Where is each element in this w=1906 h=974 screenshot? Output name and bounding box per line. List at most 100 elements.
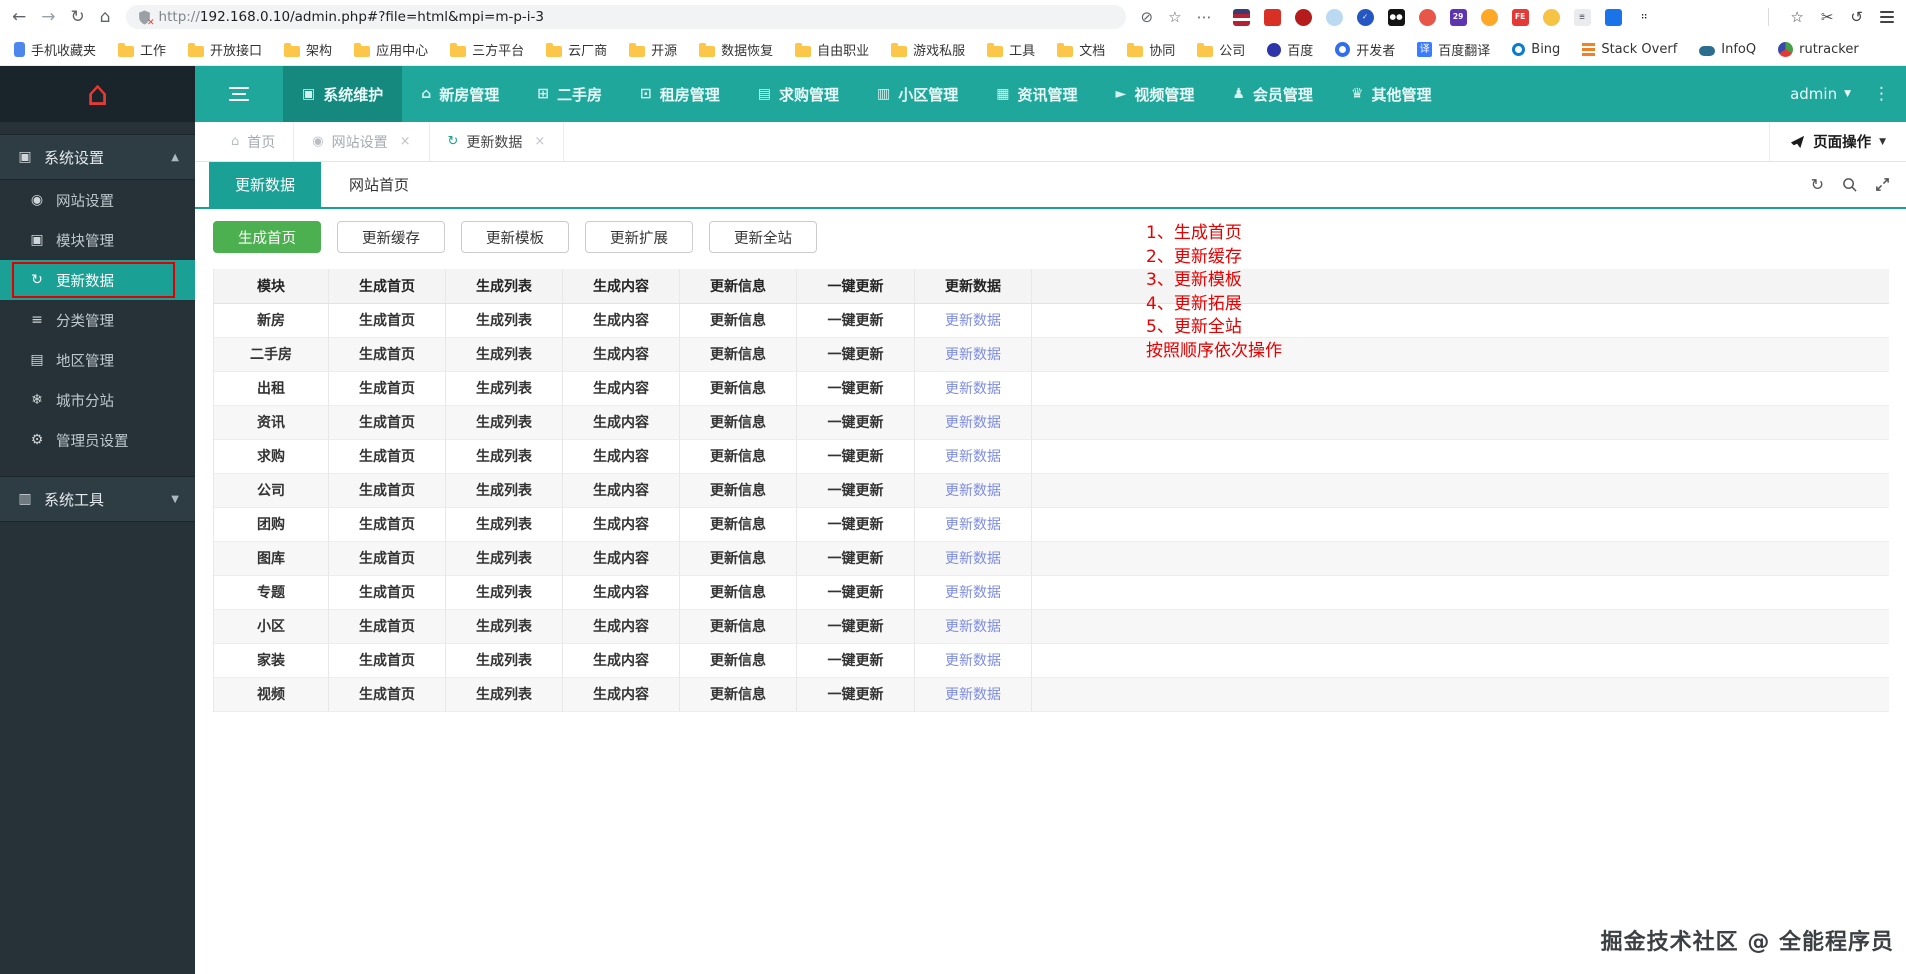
sidebar-section-system-settings[interactable]: ▣ 系统设置 ▲ [0, 134, 195, 180]
update-data-link[interactable]: 更新数据 [914, 643, 1032, 677]
person-blue-extension-icon[interactable] [1604, 8, 1622, 26]
sidebar-item-city-substation[interactable]: ❄ 城市分站 [0, 380, 195, 420]
nav-item-rental-management[interactable]: ⊡ 租房管理 [621, 66, 739, 122]
user-menu[interactable]: admin ▼ [1784, 66, 1857, 122]
generate-content-link[interactable]: 生成内容 [562, 643, 680, 677]
scissors-icon[interactable]: ✂ [1821, 8, 1834, 26]
generate-homepage-link[interactable]: 生成首页 [328, 405, 446, 439]
generate-homepage-link[interactable]: 生成首页 [328, 337, 446, 371]
bookmark-item[interactable]: 工具 [987, 40, 1035, 59]
generate-homepage-link[interactable]: 生成首页 [328, 371, 446, 405]
calendar-29-extension-icon[interactable]: 29 [1449, 8, 1467, 26]
update-info-link[interactable]: 更新信息 [679, 507, 797, 541]
search-icon[interactable] [1842, 177, 1857, 192]
update-template-button[interactable]: 更新模板 [461, 221, 569, 253]
generate-list-link[interactable]: 生成列表 [445, 371, 563, 405]
generate-homepage-link[interactable]: 生成首页 [328, 609, 446, 643]
one-key-update-link[interactable]: 一键更新 [796, 507, 915, 541]
generate-content-link[interactable]: 生成内容 [562, 507, 680, 541]
generate-list-link[interactable]: 生成列表 [445, 337, 563, 371]
dots-extension-icon[interactable]: ●● [1387, 8, 1405, 26]
update-info-link[interactable]: 更新信息 [679, 405, 797, 439]
translate-off-icon[interactable]: ⊘ [1141, 8, 1154, 26]
one-key-update-link[interactable]: 一键更新 [796, 405, 915, 439]
bookmark-item[interactable]: 开放接口 [188, 40, 262, 59]
one-key-update-link[interactable]: 一键更新 [796, 541, 915, 575]
nav-item-purchase-management[interactable]: ▤ 求购管理 [739, 66, 858, 122]
security-shield-icon[interactable]: ✕ [138, 10, 155, 28]
fe-extension-icon[interactable]: FE [1511, 8, 1529, 26]
update-info-link[interactable]: 更新信息 [679, 575, 797, 609]
update-data-link[interactable]: 更新数据 [914, 507, 1032, 541]
update-info-link[interactable]: 更新信息 [679, 677, 797, 711]
one-key-update-link[interactable]: 一键更新 [796, 643, 915, 677]
generate-list-link[interactable]: 生成列表 [445, 677, 563, 711]
update-data-link[interactable]: 更新数据 [914, 337, 1032, 371]
sidebar-item-module-management[interactable]: ▣ 模块管理 [0, 220, 195, 260]
bookmark-item[interactable]: 游戏私服 [891, 40, 965, 59]
update-extension-button[interactable]: 更新扩展 [585, 221, 693, 253]
person-extension-icon[interactable] [1418, 8, 1436, 26]
bookmark-item[interactable]: 开发者 [1335, 40, 1395, 59]
undo-icon[interactable]: ↺ [1850, 8, 1863, 26]
address-bar[interactable]: ✕ http://192.168.0.10/admin.php#?file=ht… [125, 5, 1126, 29]
generate-homepage-link[interactable]: 生成首页 [328, 575, 446, 609]
generate-content-link[interactable]: 生成内容 [562, 575, 680, 609]
generate-homepage-link[interactable]: 生成首页 [328, 303, 446, 337]
favorites-star-icon[interactable]: ☆ [1790, 8, 1803, 26]
sidebar-toggle-icon[interactable] [195, 66, 283, 122]
generate-content-link[interactable]: 生成内容 [562, 473, 680, 507]
one-key-update-link[interactable]: 一键更新 [796, 677, 915, 711]
generate-homepage-link[interactable]: 生成首页 [328, 439, 446, 473]
update-info-link[interactable]: 更新信息 [679, 303, 797, 337]
sidebar-section-system-tools[interactable]: ▥ 系统工具 ▼ [0, 476, 195, 522]
generate-homepage-button[interactable]: 生成首页 [213, 221, 321, 253]
update-info-link[interactable]: 更新信息 [679, 337, 797, 371]
sidebar-item-region-management[interactable]: ▤ 地区管理 [0, 340, 195, 380]
back-icon[interactable]: ← [12, 8, 26, 26]
generate-homepage-link[interactable]: 生成首页 [328, 541, 446, 575]
bookmark-item[interactable]: Stack Overf [1582, 42, 1677, 57]
nav-item-news-management[interactable]: ▦ 资讯管理 [977, 66, 1096, 122]
bookmark-item[interactable]: 文档 [1057, 40, 1105, 59]
update-data-link[interactable]: 更新数据 [914, 541, 1032, 575]
tab-home[interactable]: ⌂ 首页 [213, 122, 295, 161]
check-extension-icon[interactable]: ✓ [1356, 8, 1374, 26]
bookmark-item[interactable]: InfoQ [1699, 42, 1756, 57]
generate-homepage-link[interactable]: 生成首页 [328, 677, 446, 711]
close-icon[interactable]: × [534, 134, 545, 149]
update-info-link[interactable]: 更新信息 [679, 643, 797, 677]
one-key-update-link[interactable]: 一键更新 [796, 371, 915, 405]
one-key-update-link[interactable]: 一键更新 [796, 439, 915, 473]
update-data-link[interactable]: 更新数据 [914, 575, 1032, 609]
bookmark-item[interactable]: 协同 [1127, 40, 1175, 59]
one-key-update-link[interactable]: 一键更新 [796, 303, 915, 337]
update-data-link[interactable]: 更新数据 [914, 609, 1032, 643]
update-data-link[interactable]: 更新数据 [914, 303, 1032, 337]
generate-content-link[interactable]: 生成内容 [562, 439, 680, 473]
doc-extension-icon[interactable]: ≡ [1573, 8, 1591, 26]
nav-item-system-maintenance[interactable]: ▣ 系统维护 [283, 66, 403, 122]
bookmark-item[interactable]: 手机收藏夹 [14, 40, 96, 59]
bookmark-item[interactable]: 自由职业 [795, 40, 869, 59]
one-key-update-link[interactable]: 一键更新 [796, 609, 915, 643]
update-data-link[interactable]: 更新数据 [914, 677, 1032, 711]
nav-item-community-management[interactable]: ▥ 小区管理 [858, 66, 977, 122]
bookmark-item[interactable]: 工作 [118, 40, 166, 59]
update-whole-site-button[interactable]: 更新全站 [709, 221, 817, 253]
bookmark-item[interactable]: 三方平台 [450, 40, 524, 59]
flag-extension-icon[interactable] [1232, 8, 1250, 26]
generate-list-link[interactable]: 生成列表 [445, 303, 563, 337]
bookmark-item[interactable]: 开源 [629, 40, 677, 59]
generate-content-link[interactable]: 生成内容 [562, 609, 680, 643]
generate-content-link[interactable]: 生成内容 [562, 303, 680, 337]
sidebar-item-update-data[interactable]: ↻ 更新数据 [0, 260, 195, 300]
sidebar-item-administrator-settings[interactable]: ⚙ 管理员设置 [0, 420, 195, 460]
update-info-link[interactable]: 更新信息 [679, 541, 797, 575]
sidebar-item-website-settings[interactable]: ◉ 网站设置 [0, 180, 195, 220]
one-key-update-link[interactable]: 一键更新 [796, 473, 915, 507]
forward-icon[interactable]: → [41, 8, 55, 26]
subtab-update-data[interactable]: 更新数据 [209, 162, 322, 207]
logo-block[interactable]: ⌂ [0, 66, 195, 122]
nav-item-video-management[interactable]: ► 视频管理 [1097, 66, 1214, 122]
